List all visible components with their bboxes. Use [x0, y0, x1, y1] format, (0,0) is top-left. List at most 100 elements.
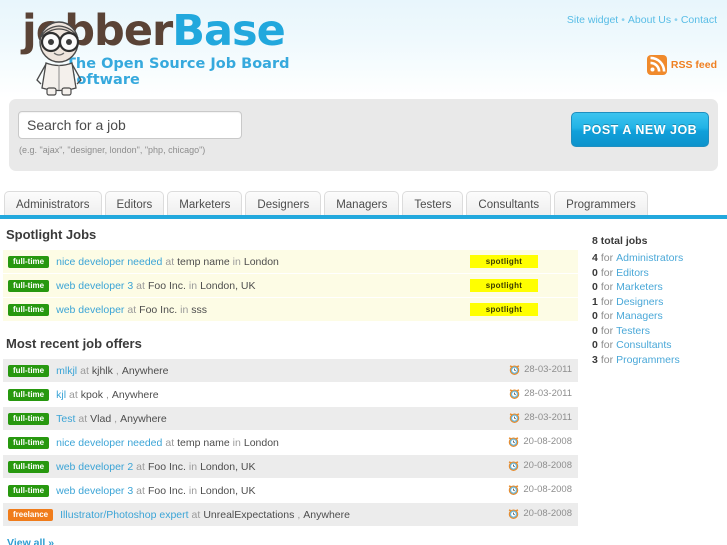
spotlight-section-title: Spotlight Jobs — [6, 227, 97, 242]
tab-designers[interactable]: Designers — [245, 191, 322, 218]
recent-job-row[interactable]: full-time web developer 3 at Foo Inc. in Lond… — [3, 479, 578, 503]
search-hint-text: (e.g. "ajax", "designer, london", "php, … — [19, 145, 206, 155]
tab-programmers[interactable]: Programmers — [554, 191, 648, 218]
sidebar-stats: 8 total jobs 4 for Administrators 0 for Edito… — [592, 235, 724, 367]
category-for-label: for — [600, 339, 614, 351]
job-in-label: , — [297, 508, 301, 521]
job-date: 20-08-2008 — [508, 436, 572, 447]
job-title-link[interactable]: mlkjl — [56, 365, 77, 377]
job-at-label: at — [165, 436, 175, 449]
spotlight-job-row[interactable]: full-time nice developer needed at temp nam… — [3, 250, 578, 274]
post-a-new-job-button[interactable]: POST A NEW JOB — [571, 112, 709, 147]
clock-icon — [509, 461, 519, 471]
category-count: 0 — [592, 281, 598, 293]
category-stats-list: 4 for Administrators 0 for Editors 0 for Markete… — [592, 251, 724, 367]
nav-contact[interactable]: Contact — [681, 14, 717, 26]
job-title-link[interactable]: web developer 3 — [56, 280, 133, 292]
job-company: Foo Inc. — [147, 279, 186, 292]
category-link[interactable]: Programmers — [616, 354, 680, 366]
mascot-icon — [36, 21, 82, 96]
view-all-link[interactable]: View all » — [7, 537, 54, 545]
tab-editors[interactable]: Editors — [104, 191, 165, 218]
job-location: Anywhere — [120, 412, 167, 425]
job-type-badge: full-time — [8, 303, 50, 316]
category-link[interactable]: Designers — [616, 296, 663, 308]
job-type-badge: full-time — [8, 436, 50, 449]
job-company: Vlad — [90, 412, 112, 425]
job-title-link[interactable]: web developer 2 — [56, 461, 133, 473]
recent-job-row[interactable]: full-time nice developer needed at temp nam… — [3, 431, 578, 455]
job-at-label: at — [78, 412, 88, 425]
job-summary: mlkjl at kjhlk, Anywhere — [56, 365, 168, 377]
rss-feed-link[interactable]: RSS feed — [646, 55, 717, 75]
job-summary: web developer 3 at Foo Inc. in London, UK — [56, 280, 255, 292]
rss-feed-label: RSS feed — [670, 59, 717, 71]
category-link[interactable]: Testers — [616, 325, 650, 337]
category-count: 3 — [592, 353, 598, 366]
job-in-label: in — [232, 255, 241, 268]
recent-job-list: full-time mlkjl at kjhlk, Anywhere 28-03-2011… — [3, 359, 578, 527]
tab-testers[interactable]: Testers — [402, 191, 464, 218]
job-at-label: at — [136, 279, 145, 292]
tab-administrators[interactable]: Administrators — [4, 191, 102, 218]
main-column: Spotlight Jobs full-time nice developer n… — [3, 222, 578, 545]
category-link[interactable]: Marketers — [616, 281, 663, 293]
job-at-label: at — [136, 460, 145, 473]
job-location: London — [243, 436, 279, 449]
tab-marketers[interactable]: Marketers — [167, 191, 243, 218]
recent-job-row[interactable]: full-time kjl at kpok, Anywhere 28-03-2011 — [3, 383, 578, 407]
category-link[interactable]: Managers — [616, 310, 663, 322]
recent-job-row[interactable]: freelance Illustrator/Photoshop expert at U… — [3, 503, 578, 527]
job-date: 28-03-2011 — [509, 364, 572, 375]
job-company: Foo Inc. — [139, 303, 178, 316]
job-date-text: 28-03-2011 — [524, 364, 572, 375]
page-root: Site widget • About Us • Contact jobberBase … — [0, 0, 727, 545]
job-title-link[interactable]: Test — [56, 413, 75, 425]
job-date-text: 20-08-2008 — [523, 484, 572, 495]
job-summary: kjl at kpok, Anywhere — [56, 389, 159, 401]
category-stat-row: 0 for Marketers — [592, 280, 724, 295]
category-for-label: for — [600, 353, 614, 366]
job-company: UnrealExpectations — [203, 508, 295, 521]
job-location: sss — [191, 303, 208, 316]
job-summary: web developer 2 at Foo Inc. in London, UK — [56, 461, 255, 473]
job-date: 20-08-2008 — [508, 484, 572, 495]
recent-job-row[interactable]: full-time Test at Vlad, Anywhere 28-03-2011 — [3, 407, 578, 431]
job-title-link[interactable]: Illustrator/Photoshop expert — [60, 509, 188, 521]
category-link[interactable]: Editors — [616, 267, 649, 279]
job-date-text: 20-08-2008 — [523, 460, 572, 471]
nav-site-widget[interactable]: Site widget — [567, 14, 618, 26]
job-title-link[interactable]: kjl — [56, 389, 66, 401]
job-title-link[interactable]: web developer — [56, 304, 124, 316]
category-count: 0 — [592, 310, 598, 322]
job-title-link[interactable]: web developer 3 — [56, 485, 133, 497]
tab-consultants[interactable]: Consultants — [466, 191, 552, 218]
clock-icon — [509, 413, 520, 423]
job-company: Foo Inc. — [147, 484, 186, 497]
job-summary: web developer 3 at Foo Inc. in London, UK — [56, 485, 255, 497]
site-logo[interactable]: jobberBase The Open Source Job Board Sof… — [14, 8, 354, 96]
recent-job-row[interactable]: full-time web developer 2 at Foo Inc. in Lond… — [3, 455, 578, 479]
spotlight-job-row[interactable]: full-time web developer 3 at Foo Inc. in Lond… — [3, 274, 578, 298]
recent-job-row[interactable]: full-time mlkjl at kjhlk, Anywhere 28-03-2011 — [3, 359, 578, 383]
search-input[interactable] — [18, 111, 242, 139]
job-title-link[interactable]: nice developer needed — [56, 437, 162, 449]
clock-icon — [509, 437, 519, 447]
job-at-label: at — [69, 388, 78, 401]
category-link[interactable]: Consultants — [616, 339, 671, 351]
category-tabs: Administrators Editors Marketers Designe… — [0, 187, 727, 218]
category-stat-row: 3 for Programmers — [592, 353, 724, 368]
clock-icon — [509, 509, 519, 519]
category-stat-row: 4 for Administrators — [592, 251, 724, 266]
job-type-badge: full-time — [8, 388, 50, 401]
job-type-badge: full-time — [8, 255, 50, 268]
spotlight-job-row[interactable]: full-time web developer at Foo Inc. in sss spo… — [3, 298, 578, 322]
job-title-link[interactable]: nice developer needed — [56, 256, 162, 268]
nav-about-us[interactable]: About Us — [628, 14, 671, 26]
tab-managers[interactable]: Managers — [324, 191, 400, 218]
category-link[interactable]: Administrators — [616, 252, 683, 264]
job-in-label: in — [232, 436, 241, 449]
job-in-label: in — [188, 460, 198, 473]
job-date: 20-08-2008 — [508, 508, 572, 519]
recent-section-title: Most recent job offers — [6, 336, 142, 351]
